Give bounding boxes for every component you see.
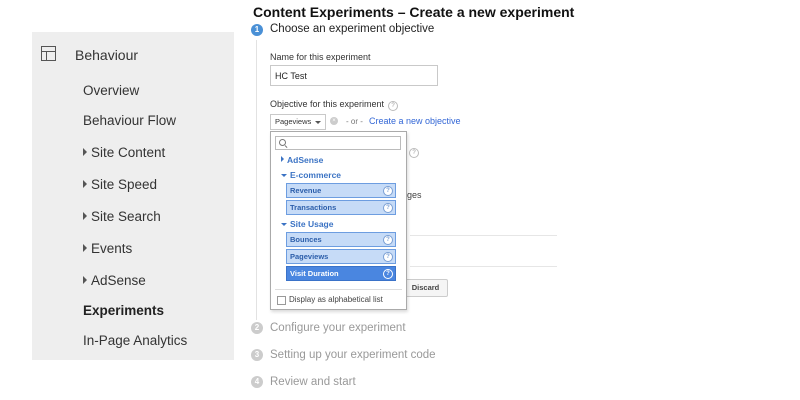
sidebar-item-events[interactable]: Events [83, 241, 132, 256]
obscured-text: ges [407, 190, 422, 200]
option-label: Bounces [290, 235, 322, 244]
name-field-label: Name for this experiment [270, 52, 371, 62]
help-icon[interactable]: ? [409, 148, 419, 158]
sidebar-item-label: Overview [83, 83, 140, 98]
chevron-down-icon [315, 121, 321, 124]
sidebar-item-experiments[interactable]: Experiments [83, 303, 164, 318]
collapse-arrow-icon [281, 174, 287, 177]
step-2-number: 2 [251, 322, 263, 334]
layout-icon [41, 46, 56, 61]
expand-arrow-icon [83, 212, 87, 220]
expand-arrow-icon [281, 156, 284, 162]
sidebar-item-label: In-Page Analytics [83, 333, 188, 348]
group-site-usage[interactable]: Site Usage [281, 219, 333, 229]
step-1-number: 1 [251, 24, 263, 36]
step-3-label: Setting up your experiment code [270, 349, 436, 361]
sidebar-item-site-speed[interactable]: Site Speed [83, 177, 157, 192]
step-2-label: Configure your experiment [270, 322, 406, 334]
option-revenue[interactable]: Revenue? [286, 183, 396, 198]
sidebar-item-label: Behaviour Flow [83, 113, 177, 128]
option-label: Visit Duration [290, 269, 339, 278]
sidebar-item-site-content[interactable]: Site Content [83, 145, 165, 160]
discard-button[interactable]: Discard [403, 279, 448, 297]
alphabetical-checkbox[interactable] [277, 296, 286, 305]
divider [410, 266, 557, 267]
objective-label-text: Objective for this experiment [270, 99, 385, 109]
sidebar-item-adsense[interactable]: AdSense [83, 273, 146, 288]
step-4-label: Review and start [270, 376, 356, 388]
sidebar-item-overview[interactable]: Overview [83, 83, 139, 98]
help-icon[interactable]: ? [383, 186, 393, 196]
group-label: AdSense [287, 155, 324, 165]
sidebar-item-label: Events [91, 241, 133, 256]
sidebar-item-site-search[interactable]: Site Search [83, 209, 161, 224]
sidebar-item-label: AdSense [91, 273, 146, 288]
objective-dropdown-panel: AdSense E-commerce Revenue? Transactions… [270, 131, 407, 310]
sidebar-item-label: Experiments [83, 303, 165, 318]
step-connector-line [256, 40, 257, 320]
objective-field-label: Objective for this experiment? [270, 99, 399, 111]
option-label: Pageviews [290, 252, 329, 261]
group-label: Site Usage [290, 219, 334, 229]
divider [410, 235, 557, 236]
expand-arrow-icon [83, 244, 87, 252]
expand-arrow-icon [83, 148, 87, 156]
objective-select[interactable]: Pageviews [270, 114, 326, 130]
option-label: Transactions [290, 203, 337, 212]
objective-selected-value: Pageviews [275, 117, 312, 126]
help-icon[interactable]: ? [383, 203, 393, 213]
sidebar-item-in-page-analytics[interactable]: In-Page Analytics [83, 333, 187, 348]
sidebar-item-label: Site Content [91, 145, 166, 160]
sidebar-item-label: Site Search [91, 209, 161, 224]
help-icon[interactable]: ? [383, 252, 393, 262]
group-adsense[interactable]: AdSense [281, 155, 323, 165]
experiment-name-input[interactable] [270, 65, 438, 86]
step-3-number: 3 [251, 349, 263, 361]
divider [275, 289, 402, 290]
group-ecommerce[interactable]: E-commerce [281, 170, 341, 180]
collapse-arrow-icon [281, 223, 287, 226]
step-4-number: 4 [251, 376, 263, 388]
create-objective-link[interactable]: Create a new objective [369, 116, 461, 126]
sidebar-item-behaviour-flow[interactable]: Behaviour Flow [83, 113, 176, 128]
alphabetical-label[interactable]: Display as alphabetical list [289, 295, 383, 304]
option-label: Revenue [290, 186, 322, 195]
page-title: Content Experiments – Create a new exper… [253, 4, 575, 20]
expand-arrow-icon [83, 276, 87, 284]
help-icon[interactable]: ? [383, 269, 393, 279]
sidebar-header-behaviour[interactable]: Behaviour [75, 47, 138, 63]
dropdown-search-input[interactable] [275, 136, 401, 150]
option-pageviews[interactable]: Pageviews? [286, 249, 396, 264]
step-1-label: Choose an experiment objective [270, 23, 435, 35]
expand-arrow-icon [83, 180, 87, 188]
help-icon[interactable]: ? [388, 101, 399, 111]
option-visit-duration[interactable]: Visit Duration? [286, 266, 396, 281]
help-icon[interactable]: ? [383, 235, 393, 245]
or-separator: - or - [346, 117, 363, 126]
clear-icon[interactable]: × [330, 117, 338, 125]
option-bounces[interactable]: Bounces? [286, 232, 396, 247]
option-transactions[interactable]: Transactions? [286, 200, 396, 215]
sidebar: Behaviour Overview Behaviour Flow Site C… [32, 32, 234, 360]
sidebar-item-label: Site Speed [91, 177, 158, 192]
search-icon [279, 139, 286, 146]
group-label: E-commerce [290, 170, 342, 180]
